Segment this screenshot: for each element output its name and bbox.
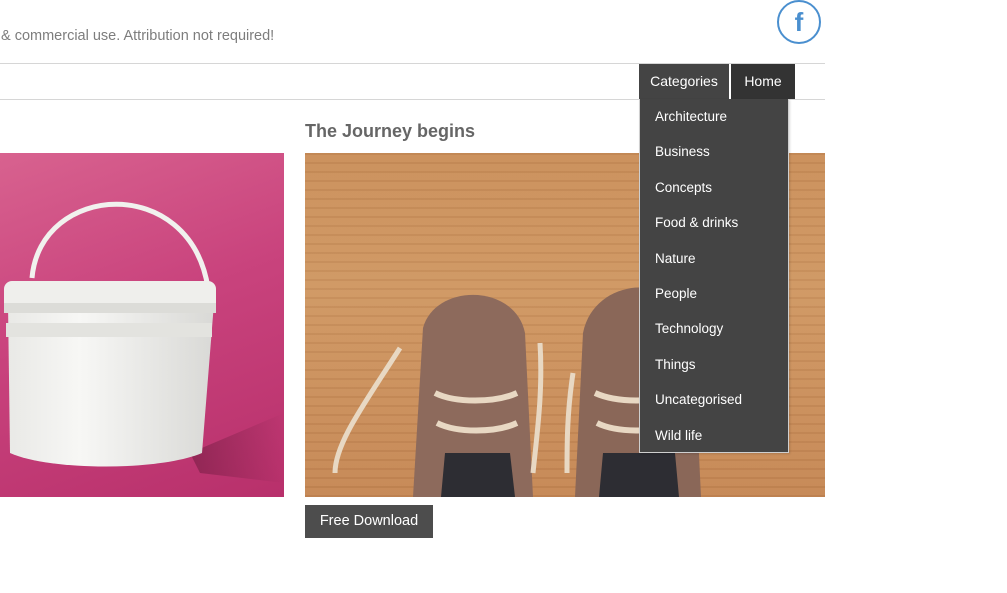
- dropdown-item-architecture[interactable]: Architecture: [640, 99, 788, 134]
- categories-dropdown: Architecture Business Concepts Food & dr…: [639, 99, 789, 453]
- dropdown-item-things[interactable]: Things: [640, 347, 788, 382]
- dropdown-item-business[interactable]: Business: [640, 134, 788, 169]
- dropdown-item-wild-life[interactable]: Wild life: [640, 418, 788, 453]
- nav-categories[interactable]: Categories: [639, 64, 729, 99]
- site-tagline: & commercial use. Attribution not requir…: [1, 28, 275, 44]
- dropdown-item-technology[interactable]: Technology: [640, 311, 788, 346]
- dropdown-item-uncategorised[interactable]: Uncategorised: [640, 382, 788, 417]
- facebook-icon[interactable]: f: [777, 0, 821, 44]
- dropdown-item-nature[interactable]: Nature: [640, 241, 788, 276]
- dropdown-item-food-drinks[interactable]: Food & drinks: [640, 205, 788, 240]
- bucket-photo[interactable]: [0, 153, 284, 497]
- post-title[interactable]: The Journey begins: [305, 121, 475, 142]
- dropdown-item-people[interactable]: People: [640, 276, 788, 311]
- dropdown-item-concepts[interactable]: Concepts: [640, 170, 788, 205]
- nav-home[interactable]: Home: [731, 64, 795, 99]
- free-download-button[interactable]: Free Download: [305, 505, 433, 538]
